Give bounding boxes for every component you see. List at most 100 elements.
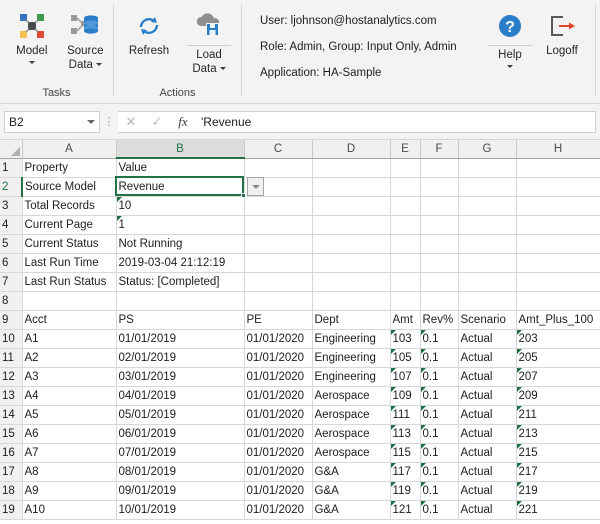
spreadsheet-grid[interactable]: ABCDEFGH 1 Property Value 2 Source Model Reve… (0, 140, 600, 524)
cell-F16[interactable]: 0.1 (420, 443, 459, 463)
cell-H3[interactable] (516, 196, 600, 216)
cell-E4[interactable] (390, 215, 421, 235)
confirm-formula-button[interactable]: ✓ (144, 110, 170, 133)
cell-H17[interactable]: 217 (516, 462, 600, 482)
cell-E17[interactable]: 117 (390, 462, 421, 482)
cell-E14[interactable]: 111 (390, 405, 421, 425)
cell-A11[interactable]: A2 (22, 348, 117, 368)
cell-B4[interactable]: 1 (116, 215, 245, 235)
cell-C5[interactable] (244, 234, 313, 254)
cell-H8[interactable] (516, 291, 600, 311)
cell-B7[interactable]: Status: [Completed] (116, 272, 245, 292)
cell-D1[interactable] (312, 158, 391, 178)
cell-G1[interactable] (458, 158, 517, 178)
cell-A19[interactable]: A10 (22, 500, 117, 520)
load-data-dropdown-caret-icon[interactable] (219, 67, 226, 71)
cell-H2[interactable] (516, 177, 600, 197)
column-header-g[interactable]: G (458, 140, 517, 159)
formula-input[interactable]: 'Revenue (196, 110, 596, 133)
cell-F5[interactable] (420, 234, 459, 254)
cell-F9[interactable]: Rev% (420, 310, 459, 330)
cell-H6[interactable] (516, 253, 600, 273)
cell-F17[interactable]: 0.1 (420, 462, 459, 482)
cell-D16[interactable]: Aerospace (312, 443, 391, 463)
cell-E5[interactable] (390, 234, 421, 254)
cell-G5[interactable] (458, 234, 517, 254)
help-dropdown-caret-icon[interactable] (507, 65, 513, 68)
cell-B11[interactable]: 02/01/2019 (116, 348, 245, 368)
row-header-11[interactable]: 11 (0, 348, 23, 368)
cell-F2[interactable] (420, 177, 459, 197)
cell-G2[interactable] (458, 177, 517, 197)
source-data-button[interactable]: Source Data (58, 4, 113, 72)
cell-C18[interactable]: 01/01/2020 (244, 481, 313, 501)
cell-B13[interactable]: 04/01/2019 (116, 386, 245, 406)
row-header-16[interactable]: 16 (0, 443, 23, 463)
cell-D13[interactable]: Aerospace (312, 386, 391, 406)
cell-F1[interactable] (420, 158, 459, 178)
cell-G12[interactable]: Actual (458, 367, 517, 387)
cell-C11[interactable]: 01/01/2020 (244, 348, 313, 368)
row-header-9[interactable]: 9 (0, 310, 23, 330)
cell-B1[interactable]: Value (116, 158, 245, 178)
cell-H4[interactable] (516, 215, 600, 235)
cell-F13[interactable]: 0.1 (420, 386, 459, 406)
cell-F19[interactable]: 0.1 (420, 500, 459, 520)
cell-A7[interactable]: Last Run Status (22, 272, 117, 292)
cell-F3[interactable] (420, 196, 459, 216)
cell-B2[interactable]: Revenue (116, 177, 245, 197)
cell-A15[interactable]: A6 (22, 424, 117, 444)
cell-A9[interactable]: Acct (22, 310, 117, 330)
cell-A16[interactable]: A7 (22, 443, 117, 463)
cell-A14[interactable]: A5 (22, 405, 117, 425)
row-header-19[interactable]: 19 (0, 500, 23, 520)
row-header-13[interactable]: 13 (0, 386, 23, 406)
row-header-18[interactable]: 18 (0, 481, 23, 501)
cell-E19[interactable]: 121 (390, 500, 421, 520)
cell-C17[interactable]: 01/01/2020 (244, 462, 313, 482)
cell-C4[interactable] (244, 215, 313, 235)
column-header-c[interactable]: C (244, 140, 313, 159)
cell-H9[interactable]: Amt_Plus_100 (516, 310, 600, 330)
cell-D11[interactable]: Engineering (312, 348, 391, 368)
cell-D4[interactable] (312, 215, 391, 235)
row-header-6[interactable]: 6 (0, 253, 23, 273)
cell-A3[interactable]: Total Records (22, 196, 117, 216)
cell-dropdown-button[interactable] (247, 177, 264, 196)
cell-G3[interactable] (458, 196, 517, 216)
cell-A5[interactable]: Current Status (22, 234, 117, 254)
cell-E12[interactable]: 107 (390, 367, 421, 387)
cell-G15[interactable]: Actual (458, 424, 517, 444)
cell-E6[interactable] (390, 253, 421, 273)
cell-D2[interactable] (312, 177, 391, 197)
cell-D3[interactable] (312, 196, 391, 216)
cell-H11[interactable]: 205 (516, 348, 600, 368)
cell-H12[interactable]: 207 (516, 367, 600, 387)
cell-E3[interactable] (390, 196, 421, 216)
cell-E1[interactable] (390, 158, 421, 178)
cell-G19[interactable]: Actual (458, 500, 517, 520)
column-header-a[interactable]: A (22, 140, 117, 159)
cell-A1[interactable]: Property (22, 158, 117, 178)
load-data-button[interactable]: Load Data (180, 4, 238, 76)
cell-E13[interactable]: 109 (390, 386, 421, 406)
cancel-formula-button[interactable]: ✕ (118, 110, 144, 133)
column-header-h[interactable]: H (516, 140, 600, 159)
cell-C13[interactable]: 01/01/2020 (244, 386, 313, 406)
cell-E11[interactable]: 105 (390, 348, 421, 368)
cell-C6[interactable] (244, 253, 313, 273)
cell-B18[interactable]: 09/01/2019 (116, 481, 245, 501)
cell-G8[interactable] (458, 291, 517, 311)
model-button[interactable]: Model (6, 4, 58, 64)
cell-G14[interactable]: Actual (458, 405, 517, 425)
cell-B14[interactable]: 05/01/2019 (116, 405, 245, 425)
cell-F18[interactable]: 0.1 (420, 481, 459, 501)
cell-H5[interactable] (516, 234, 600, 254)
cell-A18[interactable]: A9 (22, 481, 117, 501)
cell-A6[interactable]: Last Run Time (22, 253, 117, 273)
cell-F10[interactable]: 0.1 (420, 329, 459, 349)
cell-C9[interactable]: PE (244, 310, 313, 330)
cell-G7[interactable] (458, 272, 517, 292)
column-header-b[interactable]: B (116, 140, 245, 159)
cell-D5[interactable] (312, 234, 391, 254)
